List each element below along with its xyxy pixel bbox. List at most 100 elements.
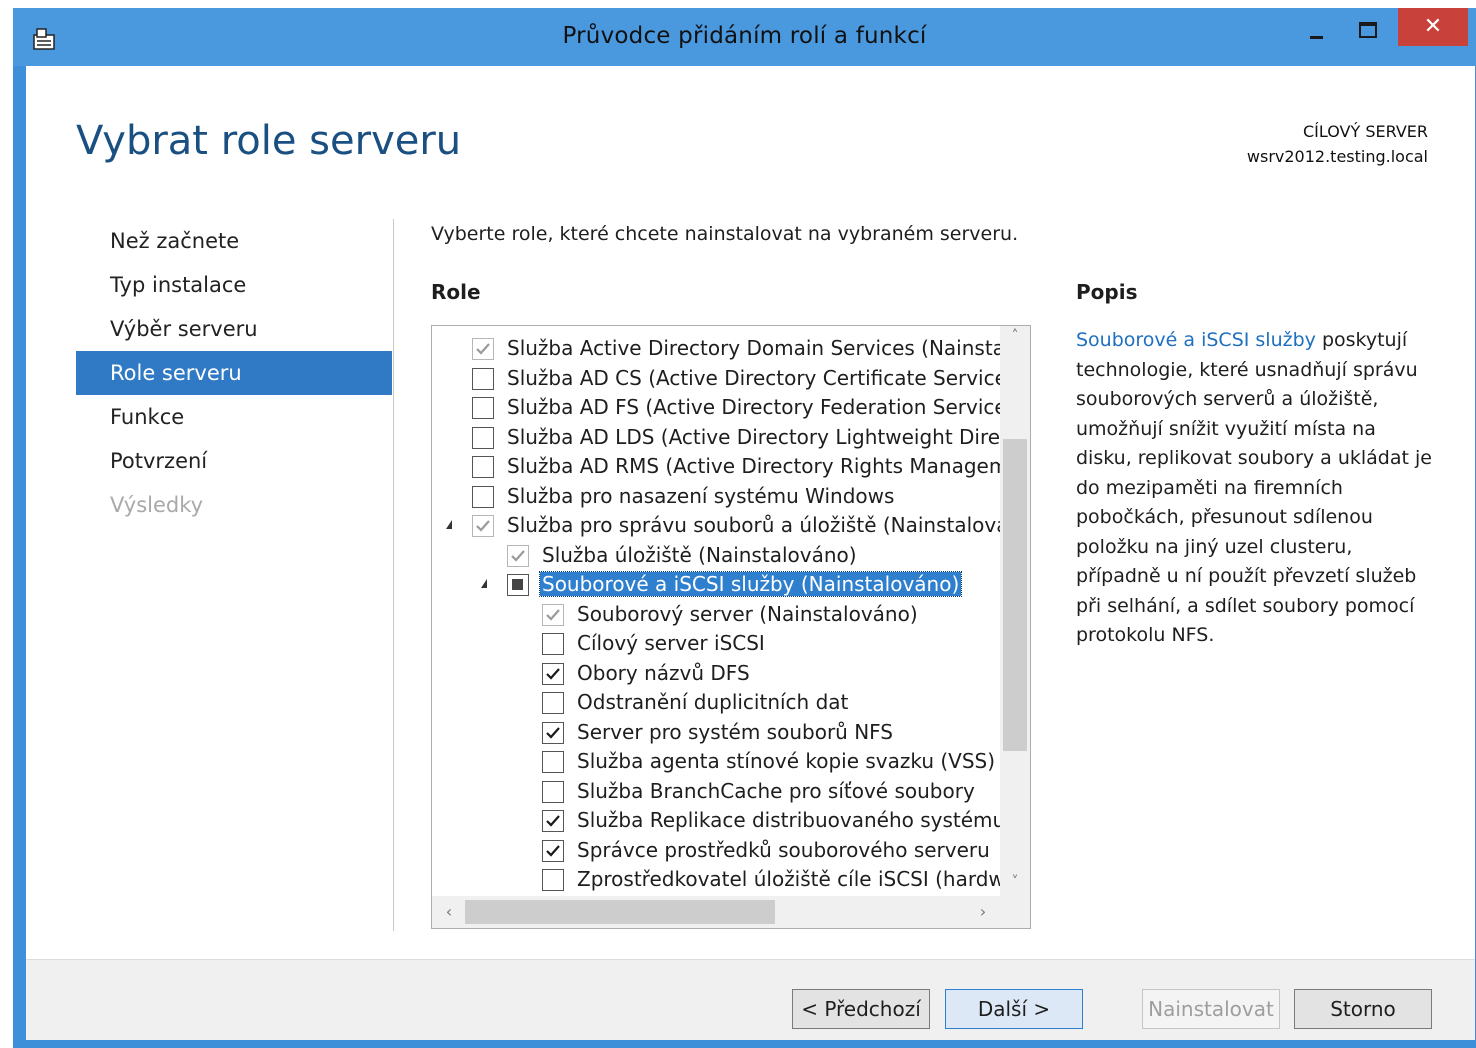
role-checkbox[interactable]	[472, 456, 494, 478]
role-checkbox[interactable]	[542, 692, 564, 714]
role-checkbox[interactable]	[472, 338, 494, 360]
role-checkbox[interactable]	[542, 603, 564, 626]
role-tree-item[interactable]: Služba AD CS (Active Directory Certifica…	[432, 364, 1002, 393]
description-link[interactable]: Souborové a iSCSI služby	[1076, 329, 1316, 351]
roles-heading: Role	[431, 280, 481, 304]
target-server-label: CÍLOVÝ SERVER	[1302, 122, 1428, 141]
page-title: Vybrat role serveru	[76, 118, 462, 164]
horizontal-scrollbar[interactable]: ‹ ›	[432, 896, 1030, 928]
description-text: Souborové a iSCSI služby poskytují techn…	[1076, 326, 1436, 651]
role-label[interactable]: Služba agenta stínové kopie svazku (VSS)…	[575, 749, 1002, 773]
role-label[interactable]: Cílový server iSCSI	[575, 631, 767, 655]
role-label[interactable]: Služba AD LDS (Active Directory Lightwei…	[505, 425, 1002, 449]
role-tree-item[interactable]: Služba úložiště (Nainstalováno)	[432, 541, 1002, 570]
checkmark-icon	[546, 667, 560, 680]
nav-item: Výsledky	[110, 493, 204, 517]
checkmark-icon	[546, 608, 560, 621]
role-label[interactable]: Služba BranchCache pro síťové soubory	[575, 779, 977, 803]
title-bar[interactable]: Průvodce přidáním rolí a funkcí ✕	[13, 8, 1476, 66]
role-label[interactable]: Obory názvů DFS	[575, 661, 752, 685]
minimize-button[interactable]	[1293, 8, 1339, 44]
role-tree-item[interactable]: Server pro systém souborů NFS	[432, 718, 1002, 747]
role-tree-item[interactable]: Služba Replikace distribuovaného systému	[432, 806, 1002, 835]
role-tree-item[interactable]: Obory názvů DFS	[432, 659, 1002, 688]
role-label[interactable]: Správce prostředků souborového serveru	[575, 838, 992, 862]
role-label[interactable]: Služba Replikace distribuovaného systému	[575, 808, 1002, 832]
role-checkbox[interactable]	[542, 662, 564, 685]
roles-tree[interactable]: Služba Active Directory Domain Services …	[431, 325, 1031, 929]
target-server-name: wsrv2012.testing.local	[1246, 147, 1428, 166]
horizontal-scroll-thumb[interactable]	[465, 900, 775, 924]
close-button[interactable]: ✕	[1398, 8, 1468, 46]
nav-divider	[393, 219, 394, 931]
expand-triangle-icon[interactable]	[481, 579, 487, 588]
role-tree-item[interactable]: Správce prostředků souborového serveru	[432, 836, 1002, 865]
role-tree-item[interactable]: Odstranění duplicitních dat	[432, 688, 1002, 717]
nav-item[interactable]: Role serveru	[76, 351, 392, 395]
role-tree-item[interactable]: Zprostředkovatel úložiště cíle iSCSI (ha…	[432, 865, 1002, 894]
nav-item[interactable]: Typ instalace	[76, 263, 392, 307]
role-checkbox[interactable]	[542, 633, 564, 655]
roles-tree-list: Služba Active Directory Domain Services …	[432, 334, 1002, 896]
role-tree-item[interactable]: Souborové a iSCSI služby (Nainstalováno)	[432, 570, 1002, 599]
role-checkbox[interactable]	[472, 515, 494, 537]
role-tree-item[interactable]: Služba pro nasazení systému Windows	[432, 482, 1002, 511]
role-checkbox[interactable]	[507, 544, 529, 567]
partial-check-icon	[512, 579, 523, 590]
role-label[interactable]: Služba pro správu souborů a úložiště (Na…	[505, 513, 1002, 537]
role-label[interactable]: Služba AD RMS (Active Directory Rights M…	[505, 454, 1002, 478]
scroll-up-icon[interactable]: ˄	[1000, 328, 1030, 350]
role-label[interactable]: Služba Active Directory Domain Services …	[505, 336, 1002, 360]
scroll-left-icon[interactable]: ‹	[438, 902, 460, 924]
role-label[interactable]: Odstranění duplicitních dat	[575, 690, 850, 714]
previous-button[interactable]: < Předchozí	[792, 989, 930, 1029]
role-label[interactable]: Zprostředkovatel úložiště cíle iSCSI (ha…	[575, 867, 1002, 891]
expand-triangle-icon[interactable]	[446, 520, 452, 529]
role-tree-item[interactable]: Služba AD FS (Active Directory Federatio…	[432, 393, 1002, 422]
role-checkbox[interactable]	[542, 869, 564, 891]
install-button[interactable]: Nainstalovat	[1142, 989, 1280, 1029]
role-tree-item[interactable]: Služba pro správu souborů a úložiště (Na…	[432, 511, 1002, 540]
wizard-footer: < Předchozí Další > Nainstalovat Storno	[26, 959, 1475, 1040]
role-tree-item[interactable]: Souborový server (Nainstalováno)	[432, 600, 1002, 629]
vertical-scrollbar[interactable]: ˄ ˅	[1000, 326, 1030, 898]
role-checkbox[interactable]	[472, 367, 494, 390]
wizard-window: Průvodce přidáním rolí a funkcí ✕ Vybrat…	[13, 8, 1476, 1048]
vertical-scroll-thumb[interactable]	[1003, 439, 1027, 751]
next-button[interactable]: Další >	[945, 989, 1083, 1029]
role-label[interactable]: Server pro systém souborů NFS	[575, 720, 895, 744]
maximize-button[interactable]	[1343, 8, 1389, 44]
checkmark-icon	[511, 549, 525, 562]
nav-item[interactable]: Výběr serveru	[76, 307, 392, 351]
role-label[interactable]: Služba AD CS (Active Directory Certifica…	[505, 366, 1002, 390]
role-label[interactable]: Služba pro nasazení systému Windows	[505, 484, 896, 508]
role-tree-item[interactable]: Služba BranchCache pro síťové soubory	[432, 777, 1002, 806]
role-checkbox[interactable]	[542, 721, 564, 744]
checkmark-icon	[546, 726, 560, 739]
scroll-right-icon[interactable]: ›	[972, 902, 994, 924]
scroll-down-icon[interactable]: ˅	[1000, 874, 1030, 896]
role-checkbox[interactable]	[507, 574, 529, 596]
role-checkbox[interactable]	[472, 397, 494, 419]
role-tree-item[interactable]: Služba agenta stínové kopie svazku (VSS)…	[432, 747, 1002, 776]
nav-item[interactable]: Potvrzení	[76, 439, 392, 483]
role-label[interactable]: Služba úložiště (Nainstalováno)	[540, 543, 859, 567]
role-checkbox[interactable]	[542, 839, 564, 862]
window-title: Průvodce přidáním rolí a funkcí	[562, 23, 927, 49]
role-checkbox[interactable]	[542, 751, 564, 773]
nav-item[interactable]: Než začnete	[76, 219, 392, 263]
role-tree-item[interactable]: Služba AD LDS (Active Directory Lightwei…	[432, 423, 1002, 452]
role-checkbox[interactable]	[542, 780, 564, 803]
cancel-button[interactable]: Storno	[1294, 989, 1432, 1029]
nav-item[interactable]: Funkce	[76, 395, 392, 439]
role-label[interactable]: Souborový server (Nainstalováno)	[575, 602, 920, 626]
role-checkbox[interactable]	[542, 810, 564, 832]
description-body: poskytují technologie, které usnadňují s…	[1076, 329, 1432, 646]
role-label[interactable]: Služba AD FS (Active Directory Federatio…	[505, 395, 1002, 419]
role-tree-item[interactable]: Služba AD RMS (Active Directory Rights M…	[432, 452, 1002, 481]
role-label[interactable]: Souborové a iSCSI služby (Nainstalováno)	[538, 571, 963, 597]
role-tree-item[interactable]: Služba Active Directory Domain Services …	[432, 334, 1002, 363]
role-checkbox[interactable]	[472, 485, 494, 508]
role-checkbox[interactable]	[472, 426, 494, 449]
role-tree-item[interactable]: Cílový server iSCSI	[432, 629, 1002, 658]
